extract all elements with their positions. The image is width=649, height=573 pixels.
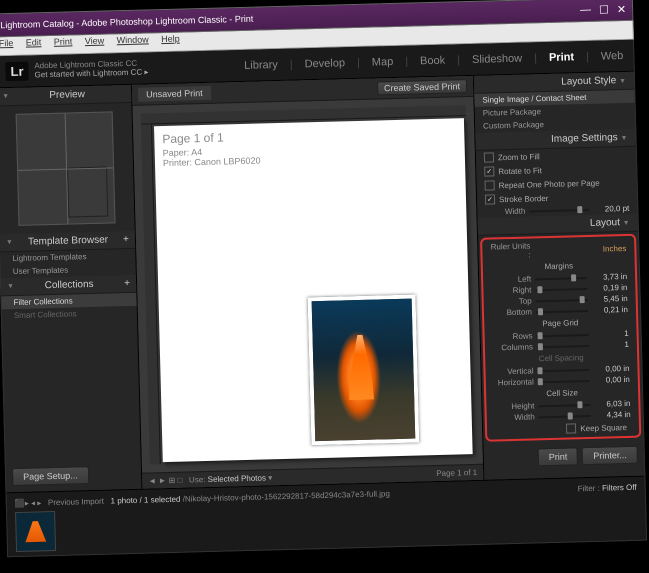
menu-help[interactable]: Help: [161, 34, 180, 44]
window-title: Lightroom Catalog - Adobe Photoshop Ligh…: [0, 14, 253, 31]
menu-window[interactable]: Window: [117, 34, 149, 45]
keep-square-checkbox[interactable]: Keep Square: [487, 420, 639, 438]
module-print[interactable]: Print: [549, 51, 574, 64]
printer-button[interactable]: Printer...: [582, 446, 638, 465]
menu-file[interactable]: File: [0, 38, 13, 48]
minimize-icon[interactable]: —: [580, 3, 591, 16]
module-web[interactable]: Web: [601, 49, 624, 62]
module-library[interactable]: Library: [244, 59, 278, 72]
layout-header[interactable]: Layout ▼: [478, 214, 638, 236]
filmstrip-thumbnail[interactable]: [15, 511, 56, 552]
page-indicator: Page 1 of 1: [436, 468, 477, 478]
maximize-icon[interactable]: ☐: [599, 3, 609, 16]
menu-edit[interactable]: Edit: [26, 37, 42, 47]
module-develop[interactable]: Develop: [304, 57, 345, 70]
module-picker: Library| Develop| Map| Book| Slideshow| …: [244, 49, 623, 71]
module-book[interactable]: Book: [420, 54, 445, 67]
tagline-2[interactable]: Get started with Lightroom CC ▸: [35, 68, 149, 80]
module-slideshow[interactable]: Slideshow: [472, 52, 522, 65]
window-controls: — ☐ ✕: [580, 2, 626, 16]
page-title: Page 1 of 1: [162, 130, 224, 146]
menu-view[interactable]: View: [85, 36, 105, 47]
preview-header[interactable]: ▼Preview: [0, 85, 131, 107]
layout-panel-highlighted: Ruler Units :Inches Margins Left3,73 in …: [480, 234, 641, 442]
placed-photo[interactable]: [307, 294, 419, 445]
app-logo: Lr: [5, 62, 28, 82]
close-icon[interactable]: ✕: [617, 2, 627, 15]
nav-controls[interactable]: ◄ ► ⊞ □ Use: Selected Photos ▾: [148, 473, 272, 485]
menu-print[interactable]: Print: [54, 36, 73, 46]
ruler-units-select[interactable]: Inches: [590, 243, 626, 253]
print-page[interactable]: Page 1 of 1 Paper: A4Printer: Canon LBP6…: [154, 118, 473, 462]
filters-off-button[interactable]: Filters Off: [602, 483, 637, 493]
page-setup-button[interactable]: Page Setup...: [12, 466, 89, 486]
print-button[interactable]: Print: [538, 447, 579, 466]
create-saved-print-button[interactable]: Create Saved Print: [377, 79, 467, 95]
page-paper: Paper: A4Printer: Canon LBP6020: [163, 146, 261, 169]
preview-thumbnail[interactable]: [16, 111, 116, 226]
module-map[interactable]: Map: [372, 56, 394, 69]
filmstrip-nav[interactable]: ⬛▸ ◂ ▸ Previous Import 1 photo / 1 selec…: [15, 489, 390, 508]
unsaved-print-tab[interactable]: Unsaved Print: [138, 86, 211, 102]
